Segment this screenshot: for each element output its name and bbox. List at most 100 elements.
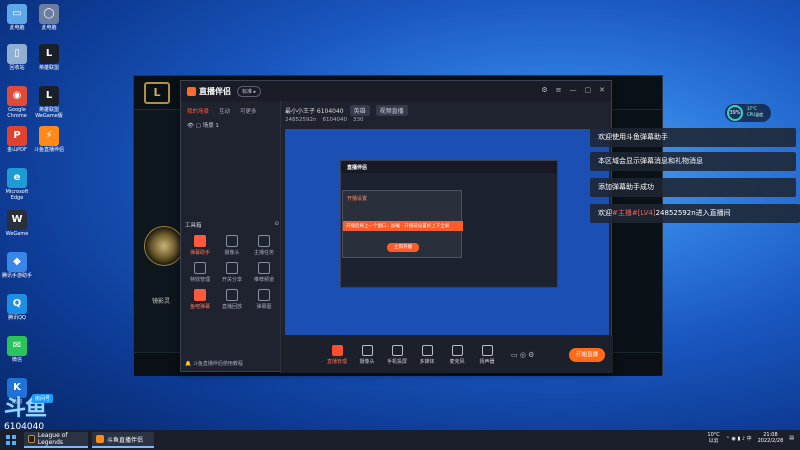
- tool-item[interactable]: 直播回放: [217, 289, 247, 310]
- tool-item[interactable]: 开关分享: [217, 262, 247, 283]
- assistant-title: 直播伴侣: [199, 86, 231, 96]
- room-tag[interactable]: 英雄: [349, 105, 370, 116]
- desktop-icon[interactable]: ▭ 此电脑: [2, 4, 32, 31]
- desktop-icon-label: 腾讯手游助手: [2, 273, 33, 279]
- control-button[interactable]: 摄像头: [353, 344, 381, 365]
- tool-item[interactable]: 特效管理: [185, 262, 215, 283]
- app-icon: L: [39, 44, 59, 64]
- tutorial-link[interactable]: 🔔 斗鱼直播伴侣使用教程: [185, 360, 243, 367]
- control-label: 麦克风: [449, 358, 465, 365]
- taskbar-app-assistant[interactable]: 斗鱼直播伴侣: [92, 432, 154, 448]
- maximize-icon[interactable]: ▢: [585, 86, 592, 94]
- system-tray: 10°C 以云 ⌃ ◉ ▮ ♪ 中 21:08 2022/2/28 ▤: [707, 432, 794, 444]
- control-label: 多媒体: [419, 358, 435, 365]
- clock[interactable]: 21:08 2022/2/28: [758, 432, 784, 444]
- dialog-start-button[interactable]: 立即开播: [387, 243, 419, 252]
- desktop-icon[interactable]: e Microsoft Edge: [2, 168, 32, 201]
- desktop-icon[interactable]: ⚡ 斗鱼直播伴侣: [34, 126, 64, 153]
- more-icon[interactable]: ⊙: [274, 221, 279, 229]
- app-icon: ✉: [7, 336, 27, 356]
- tool-label: 主播任务: [253, 250, 274, 256]
- tool-item[interactable]: 推荐频道: [249, 262, 279, 283]
- room-info: 最小小王子 6104040 英雄 视频直播: [285, 105, 408, 116]
- control-button[interactable]: 多媒体: [413, 344, 441, 365]
- tool-icon: [226, 262, 238, 274]
- desktop-icon-label: Google Chrome: [7, 107, 27, 119]
- minimize-icon[interactable]: —: [570, 86, 577, 94]
- tool-item[interactable]: 弹幕图: [249, 289, 279, 310]
- danmu-message: 添加弹幕助手成功: [590, 178, 796, 197]
- clock-date: 2022/2/28: [757, 438, 784, 444]
- stream-setup-dialog[interactable]: 开播设置 开播后将上一个窗口…加载 · 开播前设置好上下全屏 立即开播: [342, 190, 463, 258]
- champion-orb-icon: [144, 226, 184, 266]
- champion-name: 镜影灵: [152, 298, 171, 305]
- watermark-badge: 房间号: [32, 394, 54, 403]
- camera-tools-icon[interactable]: ▭ ◎ ⚙: [511, 351, 534, 359]
- taskbar: League of Legends 斗鱼直播伴侣 10°C 以云 ⌃ ◉ ▮ ♪ …: [0, 430, 800, 450]
- tab-interact[interactable]: 互动: [219, 107, 230, 115]
- tool-item[interactable]: 摄像头: [217, 235, 247, 256]
- tool-item[interactable]: 主播任务: [249, 235, 279, 256]
- control-bar: 直播管理 摄像头 手机投屏 多媒体 麦克风 扬声器 ▭ ◎ ⚙ 开始直播: [281, 336, 613, 373]
- control-button[interactable]: 麦克风: [443, 344, 471, 365]
- nested-title: 直播伴侣: [341, 161, 557, 173]
- desktop-icon[interactable]: L 英雄联盟WeGame版: [34, 86, 64, 119]
- dialog-title: 开播设置: [347, 196, 368, 202]
- tool-icon: [258, 289, 270, 301]
- control-button[interactable]: 手机投屏: [383, 344, 411, 365]
- desktop-icon-label: 此电脑: [9, 25, 25, 31]
- control-label: 手机投屏: [386, 358, 407, 365]
- notification-icon[interactable]: ▤: [789, 435, 794, 441]
- control-icon: [481, 344, 493, 356]
- version-badge[interactable]: 标准 ▸: [237, 85, 262, 97]
- desktop-icon[interactable]: L 英雄联盟: [34, 44, 64, 71]
- tool-item[interactable]: 鱼吧弹幕: [185, 289, 215, 310]
- desktop-icon[interactable]: P 金山PDF: [2, 126, 32, 153]
- control-icon: [451, 344, 463, 356]
- taskbar-app-league[interactable]: League of Legends: [24, 432, 88, 448]
- desktop-icon[interactable]: ✉ 微信: [2, 336, 32, 363]
- desktop-icon-label: 此电脑: [41, 25, 57, 31]
- control-label: 扬声器: [479, 358, 495, 365]
- app-icon: e: [7, 168, 27, 188]
- tool-icon: [258, 235, 270, 247]
- start-stream-button[interactable]: 开始直播: [569, 348, 605, 362]
- desktop-icon-label: 微信: [11, 357, 22, 363]
- windows-start-icon[interactable]: [6, 435, 16, 445]
- tool-label: 直播回放: [221, 304, 242, 310]
- close-icon[interactable]: ✕: [599, 86, 605, 94]
- viewer-count: 330: [352, 117, 364, 123]
- tab-scenes[interactable]: 我的场景: [187, 107, 209, 115]
- desktop-icon[interactable]: ▯ 回收站: [2, 44, 32, 71]
- app-icon: W: [7, 210, 27, 230]
- app-icon: ⚡: [39, 126, 59, 146]
- desktop-icon-label: 英雄联盟: [38, 65, 59, 71]
- tool-label: 推荐频道: [253, 277, 274, 283]
- menu-icon[interactable]: ≡: [556, 86, 562, 94]
- taskbar-app-label: 斗鱼直播伴侣: [107, 436, 144, 444]
- control-button[interactable]: 扬声器: [473, 344, 501, 365]
- desktop-icon-label: 回收站: [9, 65, 25, 71]
- desktop-icon[interactable]: ◉ Google Chrome: [2, 86, 32, 119]
- desktop-icon[interactable]: W WeGame: [2, 210, 32, 237]
- cpu-temp-label: CPU温度: [747, 112, 764, 117]
- desktop-icon[interactable]: ◆ 腾讯手游助手: [2, 252, 32, 279]
- desktop-icon-label: Microsoft Edge: [5, 189, 29, 201]
- toolbox-grid: 弹幕助手 摄像头 主播任务特效管理 开关分享 推荐频道鱼吧弹幕 直播回放 弹幕图: [185, 235, 279, 310]
- scene-item[interactable]: 👁 ▢ 场景 1: [181, 119, 280, 131]
- room-category[interactable]: 视频直播: [375, 105, 408, 116]
- desktop-icon[interactable]: Q 腾讯QQ: [2, 294, 32, 321]
- welcome-prefix: 欢迎: [598, 209, 612, 217]
- settings-icon[interactable]: ⚙: [541, 86, 547, 94]
- weather[interactable]: 10°C 以云: [707, 432, 719, 444]
- desktop-icon[interactable]: ◯ 此电脑: [34, 4, 64, 31]
- tool-icon: [194, 289, 206, 301]
- control-button[interactable]: 直播管理: [323, 344, 351, 365]
- tool-item[interactable]: 弹幕助手: [185, 235, 215, 256]
- tab-more[interactable]: 可更多: [240, 107, 257, 115]
- league-logo-icon: L: [144, 82, 170, 104]
- tray-icons[interactable]: ⌃ ◉ ▮ ♪ 中: [726, 435, 752, 442]
- tool-icon: [226, 235, 238, 247]
- control-label: 摄像头: [359, 358, 375, 365]
- tool-label: 特效管理: [189, 277, 210, 283]
